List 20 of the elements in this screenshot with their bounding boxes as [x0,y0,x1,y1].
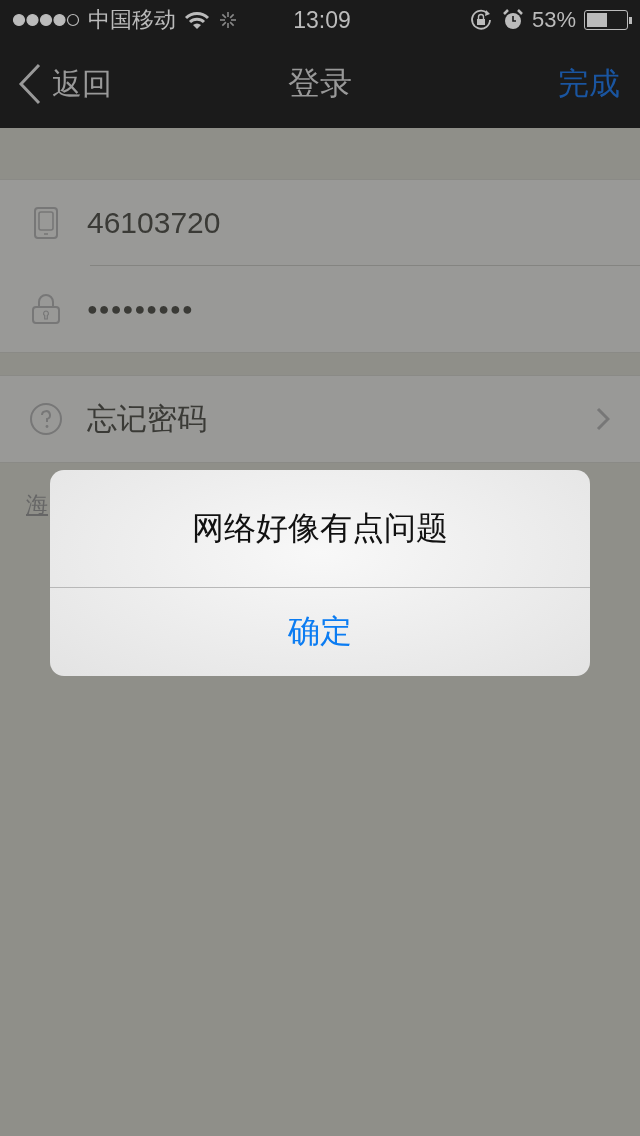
question-icon [29,402,63,436]
chevron-left-icon [18,63,42,105]
chevron-right-icon [596,407,610,431]
spinner-icon [218,10,238,30]
alarm-icon [501,9,524,31]
lock-icon [29,293,63,325]
page-title: 登录 [288,63,352,104]
battery-percent: 53% [531,7,576,33]
rotation-lock-icon [469,9,494,31]
signal-icon [12,13,80,27]
forgot-password-row[interactable]: 忘记密码 [0,376,640,462]
phone-field[interactable]: 46103720 [87,206,221,240]
clock-time: 13:09 [293,6,351,34]
done-button[interactable]: 完成 [558,63,620,105]
confirm-button[interactable]: 确定 [50,588,590,676]
carrier-name: 中国移动 [88,6,176,34]
wifi-icon [184,10,210,30]
password-field[interactable]: ●●●●●●●●● [87,298,194,320]
alert-message: 网络好像有点问题 [50,470,590,588]
back-button[interactable]: 返回 [18,63,112,105]
